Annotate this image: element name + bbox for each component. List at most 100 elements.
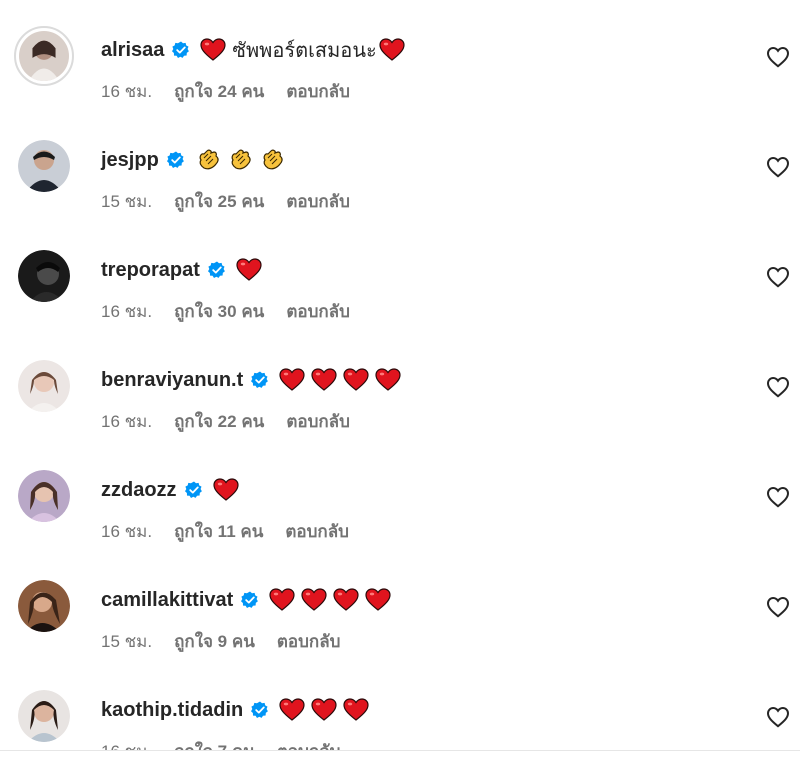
verified-badge-icon bbox=[207, 261, 225, 278]
comment-item: benraviyanun.t 16 ชม. ถูกใจ 22 คน ตอบกลั… bbox=[0, 330, 800, 440]
red-heart-emoji-icon bbox=[379, 38, 405, 61]
avatar-image bbox=[18, 140, 70, 192]
comment-line: kaothip.tidadin bbox=[101, 696, 375, 724]
username[interactable]: jesjpp bbox=[101, 149, 159, 172]
verified-badge-icon bbox=[166, 151, 184, 168]
username[interactable]: alrisaa bbox=[101, 39, 164, 62]
comment-time[interactable]: 16 ชม. bbox=[101, 78, 152, 105]
likes-count[interactable]: ถูกใจ 22 คน bbox=[174, 408, 264, 435]
likes-count[interactable]: ถูกใจ 9 คน bbox=[174, 628, 255, 655]
comment-time[interactable]: 15 ชม. bbox=[101, 188, 152, 215]
red-heart-emoji-icon bbox=[343, 698, 369, 721]
comment-item: camillakittivat 15 ชม. ถูกใจ 9 คน ตอบกลั… bbox=[0, 550, 800, 660]
avatar-image bbox=[18, 250, 70, 302]
heart-outline-icon[interactable] bbox=[766, 376, 790, 398]
comment-line: zzdaozz bbox=[101, 476, 245, 504]
comment-item: alrisaa ซัพพอร์ตเสมอนะ 16 ชม. ถูกใจ 24 ค… bbox=[0, 0, 800, 110]
username[interactable]: benraviyanun.t bbox=[101, 369, 243, 392]
reply-button[interactable]: ตอบกลับ bbox=[277, 738, 341, 750]
likes-count[interactable]: ถูกใจ 30 คน bbox=[174, 298, 264, 325]
comment-item: jesjpp 15 ชม. ถูกใจ 25 คน ตอบกลับ bbox=[0, 110, 800, 220]
red-heart-emoji-icon bbox=[343, 368, 369, 391]
avatar[interactable] bbox=[18, 250, 70, 302]
comment-line: camillakittivat bbox=[101, 586, 397, 614]
heart-outline-icon[interactable] bbox=[766, 596, 790, 618]
clap-emoji-icon bbox=[263, 149, 283, 170]
heart-outline-icon[interactable] bbox=[766, 156, 790, 178]
comment-list: alrisaa ซัพพอร์ตเสมอนะ 16 ชม. ถูกใจ 24 ค… bbox=[0, 0, 800, 750]
likes-count[interactable]: ถูกใจ 25 คน bbox=[174, 188, 264, 215]
avatar-image bbox=[18, 470, 70, 522]
comment-meta: 16 ชม. ถูกใจ 22 คน ตอบกลับ bbox=[101, 408, 350, 435]
likes-count[interactable]: ถูกใจ 7 คน bbox=[174, 738, 255, 750]
verified-badge-icon bbox=[172, 41, 190, 58]
heart-outline-icon[interactable] bbox=[766, 46, 790, 68]
red-heart-emoji-icon bbox=[269, 588, 295, 611]
verified-badge-icon bbox=[241, 591, 259, 608]
avatar[interactable] bbox=[18, 140, 70, 192]
reply-button[interactable]: ตอบกลับ bbox=[286, 188, 350, 215]
avatar[interactable] bbox=[18, 360, 70, 412]
username[interactable]: kaothip.tidadin bbox=[101, 699, 243, 722]
divider bbox=[0, 750, 800, 751]
comment-time[interactable]: 16 ชม. bbox=[101, 738, 152, 750]
comment-time[interactable]: 16 ชม. bbox=[101, 298, 152, 325]
username[interactable]: camillakittivat bbox=[101, 589, 233, 612]
avatar-image bbox=[18, 360, 70, 412]
comment-meta: 15 ชม. ถูกใจ 9 คน ตอบกลับ bbox=[101, 628, 340, 655]
heart-outline-icon[interactable] bbox=[766, 266, 790, 288]
comment-text: ซัพพอร์ตเสมอนะ bbox=[200, 34, 410, 66]
reply-button[interactable]: ตอบกลับ bbox=[286, 298, 350, 325]
reply-button[interactable]: ตอบกลับ bbox=[277, 628, 341, 655]
comment-message: ซัพพอร์ตเสมอนะ bbox=[232, 40, 377, 62]
avatar[interactable] bbox=[18, 690, 70, 742]
likes-count[interactable]: ถูกใจ 11 คน bbox=[174, 518, 263, 545]
reply-button[interactable]: ตอบกลับ bbox=[286, 78, 350, 105]
username[interactable]: treporapat bbox=[101, 259, 200, 282]
red-heart-emoji-icon bbox=[311, 368, 337, 391]
verified-badge-icon bbox=[184, 481, 202, 498]
comment-line: treporapat bbox=[101, 256, 268, 284]
comment-meta: 16 ชม. ถูกใจ 30 คน ตอบกลับ bbox=[101, 298, 350, 325]
red-heart-emoji-icon bbox=[333, 588, 359, 611]
comment-item: treporapat 16 ชม. ถูกใจ 30 คน ตอบกลับ bbox=[0, 220, 800, 330]
comment-time[interactable]: 16 ชม. bbox=[101, 518, 152, 545]
red-heart-emoji-icon bbox=[212, 478, 239, 501]
comment-text bbox=[212, 478, 245, 502]
comment-meta: 16 ชม. ถูกใจ 7 คน ตอบกลับ bbox=[101, 738, 340, 750]
likes-count[interactable]: ถูกใจ 24 คน bbox=[174, 78, 264, 105]
clap-emoji-icon bbox=[231, 149, 251, 170]
heart-outline-icon[interactable] bbox=[766, 706, 790, 728]
comment-meta: 16 ชม. ถูกใจ 24 คน ตอบกลับ bbox=[101, 78, 350, 105]
comment-item: kaothip.tidadin 16 ชม. ถูกใจ 7 คน ตอบกลั… bbox=[0, 660, 800, 750]
red-heart-emoji-icon bbox=[311, 698, 337, 721]
comment-text bbox=[236, 258, 268, 282]
comment-text bbox=[279, 698, 375, 722]
avatar[interactable] bbox=[18, 470, 70, 522]
avatar[interactable] bbox=[14, 26, 74, 86]
red-heart-emoji-icon bbox=[375, 368, 401, 391]
red-heart-emoji-icon bbox=[301, 588, 327, 611]
comment-item: zzdaozz 16 ชม. ถูกใจ 11 คน ตอบกลับ bbox=[0, 440, 800, 550]
comment-time[interactable]: 15 ชม. bbox=[101, 628, 152, 655]
verified-badge-icon bbox=[251, 371, 269, 388]
red-heart-emoji-icon bbox=[365, 588, 391, 611]
avatar-image bbox=[18, 580, 70, 632]
heart-outline-icon[interactable] bbox=[766, 486, 790, 508]
red-heart-emoji-icon bbox=[279, 698, 305, 721]
username[interactable]: zzdaozz bbox=[101, 479, 177, 502]
clap-emoji-icon bbox=[199, 149, 219, 170]
comment-text bbox=[279, 368, 407, 392]
reply-button[interactable]: ตอบกลับ bbox=[286, 408, 350, 435]
comment-meta: 16 ชม. ถูกใจ 11 คน ตอบกลับ bbox=[101, 518, 349, 545]
comment-time[interactable]: 16 ชม. bbox=[101, 408, 152, 435]
avatar-image bbox=[19, 31, 69, 81]
comment-text bbox=[195, 148, 291, 172]
verified-badge-icon bbox=[251, 701, 269, 718]
red-heart-emoji-icon bbox=[279, 368, 305, 391]
reply-button[interactable]: ตอบกลับ bbox=[285, 518, 349, 545]
comment-text bbox=[269, 588, 397, 612]
comment-line: alrisaa ซัพพอร์ตเสมอนะ bbox=[101, 36, 411, 64]
comment-line: jesjpp bbox=[101, 146, 291, 174]
avatar[interactable] bbox=[18, 580, 70, 632]
